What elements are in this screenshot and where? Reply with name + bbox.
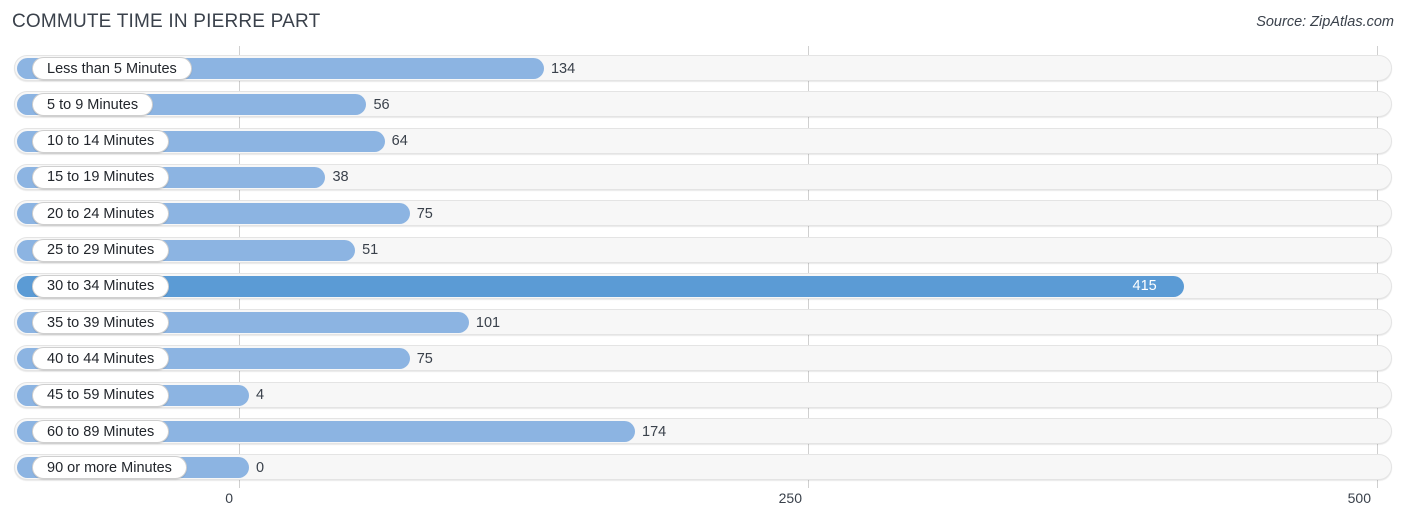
bar-value-label: 51 bbox=[362, 242, 379, 258]
page-title: COMMUTE TIME IN PIERRE PART bbox=[12, 11, 321, 32]
axis-tick-label: 250 bbox=[778, 490, 802, 506]
bar-category-label: 60 to 89 Minutes bbox=[32, 420, 170, 443]
bar-value-label: 64 bbox=[391, 133, 408, 150]
bar-category-label: 25 to 29 Minutes bbox=[32, 238, 170, 262]
bar-category-label: 20 to 24 Minutes bbox=[32, 202, 170, 226]
bar-value-label: 75 bbox=[416, 350, 433, 367]
bar-value-label: 75 bbox=[416, 205, 433, 222]
chart-plot-area: Less than 5 Minutes 134 5 to 9 Minutes 56 10… bbox=[0, 46, 1406, 488]
bar-row[interactable]: 90 or more Minutes 0 bbox=[14, 454, 1392, 483]
chart-source-attribution: Source: ZipAtlas.com bbox=[1256, 14, 1394, 30]
bar-row[interactable]: 45 to 59 Minutes 4 bbox=[14, 381, 1392, 411]
bar-row[interactable]: Less than 5 Minutes 134 bbox=[14, 55, 1392, 84]
bar-row[interactable]: 5 to 9 Minutes 56 bbox=[14, 91, 1392, 120]
bar-fill bbox=[17, 275, 1184, 297]
bar-row[interactable]: 35 to 39 Minutes 101 bbox=[14, 309, 1392, 338]
bar-category-label: 40 to 44 Minutes bbox=[32, 347, 170, 371]
axis-tick-label: 0 bbox=[225, 490, 233, 506]
bar-row[interactable]: 15 to 19 Minutes 38 bbox=[14, 163, 1392, 193]
bar-category-label: 35 to 39 Minutes bbox=[32, 311, 170, 335]
bar-category-label: 45 to 59 Minutes bbox=[32, 383, 170, 407]
bar-value-label: 415 bbox=[1132, 278, 1157, 295]
bar-category-label: 15 to 19 Minutes bbox=[32, 165, 170, 189]
bar-value-label: 0 bbox=[256, 459, 265, 476]
bar-value-label: 174 bbox=[642, 423, 667, 440]
bar-row[interactable]: 10 to 14 Minutes 64 bbox=[14, 127, 1392, 157]
bar-row[interactable]: 40 to 44 Minutes 75 bbox=[14, 345, 1392, 374]
bar-category-label: 90 or more Minutes bbox=[32, 456, 187, 480]
bar-value-label: 134 bbox=[550, 60, 576, 77]
chart-x-axis: 0 250 500 bbox=[0, 488, 1406, 524]
bar-row[interactable]: 20 to 24 Minutes 75 bbox=[14, 200, 1392, 229]
bar-category-label: 5 to 9 Minutes bbox=[32, 93, 154, 117]
bar-row[interactable]: 25 to 29 Minutes 51 bbox=[14, 236, 1392, 266]
bar-value-label: 4 bbox=[256, 387, 265, 404]
bar-category-label: 30 to 34 Minutes bbox=[32, 274, 170, 298]
axis-tick-label: 500 bbox=[1347, 490, 1371, 506]
bar-value-label: 56 bbox=[373, 96, 390, 113]
bar-row[interactable]: 30 to 34 Minutes 415 bbox=[14, 272, 1392, 302]
chart-header: COMMUTE TIME IN PIERRE PART Source: ZipA… bbox=[0, 0, 1406, 46]
bar-row[interactable]: 60 to 89 Minutes 174 bbox=[14, 418, 1392, 447]
bar-value-label: 101 bbox=[475, 314, 501, 331]
bar-category-label: 10 to 14 Minutes bbox=[32, 129, 170, 153]
bar-category-label: Less than 5 Minutes bbox=[32, 57, 192, 80]
bar-value-label: 38 bbox=[332, 169, 349, 186]
